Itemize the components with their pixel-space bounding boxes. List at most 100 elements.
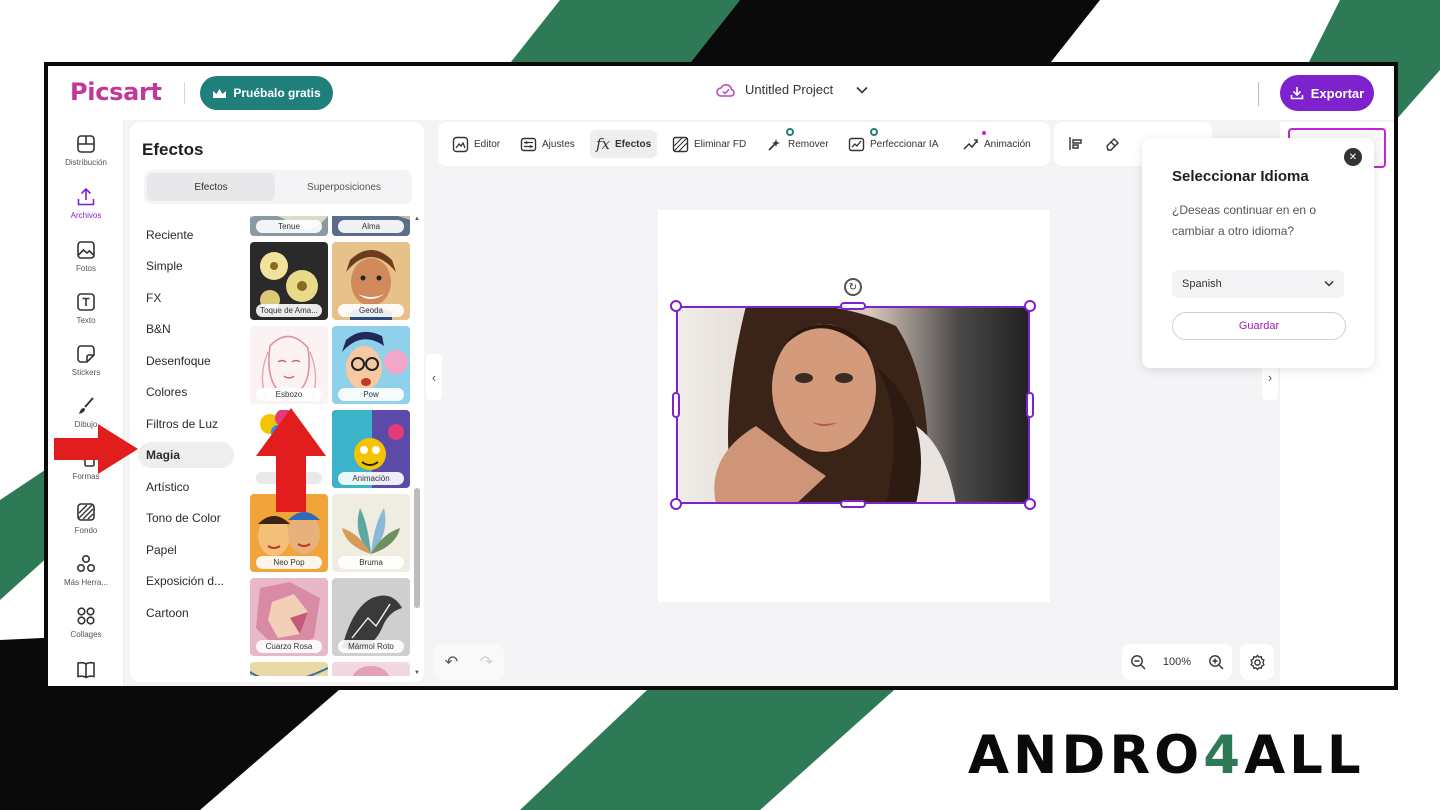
effect-preview [332, 662, 410, 676]
tool-effects[interactable]: fx Efectos [590, 130, 658, 158]
category-cartoon[interactable]: Cartoon [138, 600, 234, 626]
collapse-panel-button[interactable]: ‹ [426, 354, 442, 400]
tool-remove[interactable]: Remover [760, 130, 835, 158]
effect-thumb[interactable]: Mármol Roto [332, 578, 410, 656]
undo-icon[interactable]: ↶ [445, 652, 458, 672]
tool-editor[interactable]: Editor [446, 130, 506, 158]
effect-thumb[interactable]: Geoda [332, 242, 410, 320]
resize-handle-top-left[interactable] [670, 300, 682, 312]
effect-thumb[interactable]: Alma [332, 216, 410, 236]
rail-item-stickers[interactable]: Stickers [48, 344, 124, 377]
edit-toolbar: Editor Ajustes fx Efectos Eliminar FD Re… [438, 122, 1050, 166]
rotate-handle-icon[interactable]: ↻ [844, 278, 862, 296]
resize-handle-bottom[interactable] [840, 500, 866, 508]
scroll-up-icon[interactable]: ▲ [414, 216, 420, 222]
resize-handle-top[interactable] [840, 302, 866, 310]
effect-label: Alma [338, 220, 404, 233]
category-colors[interactable]: Colores [138, 379, 234, 405]
tool-adjustments[interactable]: Ajustes [514, 130, 581, 158]
rail-item-background[interactable]: Fondo [48, 502, 124, 535]
effect-thumb[interactable]: Bruma [332, 494, 410, 572]
effect-thumb[interactable]: Toque de Ama... [250, 242, 328, 320]
effect-thumb[interactable]: Esbozo [250, 326, 328, 404]
rail-item-label: Stickers [71, 368, 101, 377]
tab-effects[interactable]: Efectos [147, 173, 275, 201]
watermark-number: 4 [1203, 725, 1245, 786]
zoom-out-icon[interactable] [1130, 654, 1146, 670]
dialog-message: ¿Deseas continuar en en o cambiar a otro… [1172, 203, 1317, 238]
effect-thumb[interactable]: Cuarzo Rosa [250, 578, 328, 656]
resize-handle-bottom-left[interactable] [670, 498, 682, 510]
align-icon[interactable] [1068, 135, 1085, 152]
rail-item-book[interactable] [48, 660, 124, 684]
dialog-title: Seleccionar Idioma [1172, 168, 1309, 185]
project-title[interactable]: Untitled Project [716, 82, 868, 97]
effect-label: Tenue [256, 220, 322, 233]
gear-icon [1249, 654, 1265, 670]
red-arrow-right [54, 424, 138, 474]
try-free-button[interactable]: Pruébalo gratis [200, 76, 333, 110]
download-icon [1290, 87, 1304, 100]
redo-icon[interactable]: ↷ [480, 652, 493, 672]
category-artistic[interactable]: Artístico [138, 474, 234, 500]
andro4all-watermark: ANDRO4ALL [968, 726, 1420, 786]
resize-handle-left[interactable] [672, 392, 680, 418]
effect-thumb[interactable] [332, 662, 410, 676]
scrollbar-thumb[interactable] [414, 488, 420, 608]
category-blur[interactable]: Desenfoque [138, 348, 234, 374]
cloud-sync-icon [716, 83, 735, 97]
effect-thumb[interactable]: Pow [332, 326, 410, 404]
tool-ai-enhance[interactable]: Perfeccionar IA [842, 130, 944, 158]
category-magic[interactable]: Magia [138, 442, 234, 468]
chevron-down-icon[interactable] [856, 86, 868, 94]
selection-box[interactable] [676, 306, 1030, 504]
resize-handle-top-right[interactable] [1024, 300, 1036, 312]
remove-bg-icon [672, 136, 689, 152]
category-light-filters[interactable]: Filtros de Luz [138, 411, 234, 437]
eraser-icon[interactable] [1104, 135, 1121, 152]
picsart-logo[interactable]: Picsart [70, 78, 162, 106]
resize-handle-right[interactable] [1026, 392, 1034, 418]
scroll-down-icon[interactable]: ▼ [414, 670, 420, 676]
effect-label: Esbozo [256, 388, 322, 401]
rail-item-label: Fondo [74, 526, 98, 535]
category-bw[interactable]: B&N [138, 316, 234, 342]
close-icon[interactable]: ✕ [1344, 148, 1362, 166]
rail-item-label: Más Herra... [63, 578, 108, 587]
rail-item-layout[interactable]: Distribución [48, 134, 124, 167]
rail-item-more-tools[interactable]: Más Herra... [48, 554, 124, 587]
panel-scrollbar[interactable]: ▲ ▼ [414, 216, 420, 680]
effect-thumb[interactable] [250, 662, 328, 676]
category-color-tone[interactable]: Tono de Color [138, 505, 234, 531]
tool-label: Editor [474, 138, 501, 150]
rail-item-label: Fotos [75, 264, 96, 273]
divider [1258, 82, 1259, 106]
tab-overlays[interactable]: Superposiciones [280, 173, 408, 201]
zoom-in-icon[interactable] [1208, 654, 1224, 670]
effect-thumb[interactable]: Tenue [250, 216, 328, 236]
language-select[interactable]: Spanish [1172, 270, 1344, 298]
save-button[interactable]: Guardar [1172, 312, 1346, 340]
tool-remove-background[interactable]: Eliminar FD [666, 130, 752, 158]
category-fx[interactable]: FX [138, 285, 234, 311]
more-tools-icon [76, 554, 96, 573]
rail-item-files[interactable]: Archivos [48, 187, 124, 220]
tool-animation[interactable]: Animación [956, 130, 1037, 158]
layout-icon [77, 135, 95, 153]
brush-icon [79, 397, 94, 414]
rail-item-text[interactable]: Texto [48, 292, 124, 325]
category-recent[interactable]: Reciente [138, 222, 234, 248]
history-controls: ↶ ↷ [434, 644, 504, 680]
category-exposure[interactable]: Exposición d... [138, 568, 234, 594]
category-paper[interactable]: Papel [138, 537, 234, 563]
zoom-level: 100% [1162, 656, 1192, 668]
resize-handle-bottom-right[interactable] [1024, 498, 1036, 510]
tool-label: Remover [788, 138, 829, 150]
effect-thumb[interactable]: Animación [332, 410, 410, 488]
category-simple[interactable]: Simple [138, 253, 234, 279]
rail-item-photos[interactable]: Fotos [48, 240, 124, 273]
export-button[interactable]: Exportar [1280, 75, 1374, 111]
rail-item-collages[interactable]: Collages [48, 606, 124, 639]
language-dialog: ✕ Seleccionar Idioma ¿Deseas continuar e… [1142, 138, 1374, 368]
settings-button[interactable] [1240, 644, 1274, 680]
